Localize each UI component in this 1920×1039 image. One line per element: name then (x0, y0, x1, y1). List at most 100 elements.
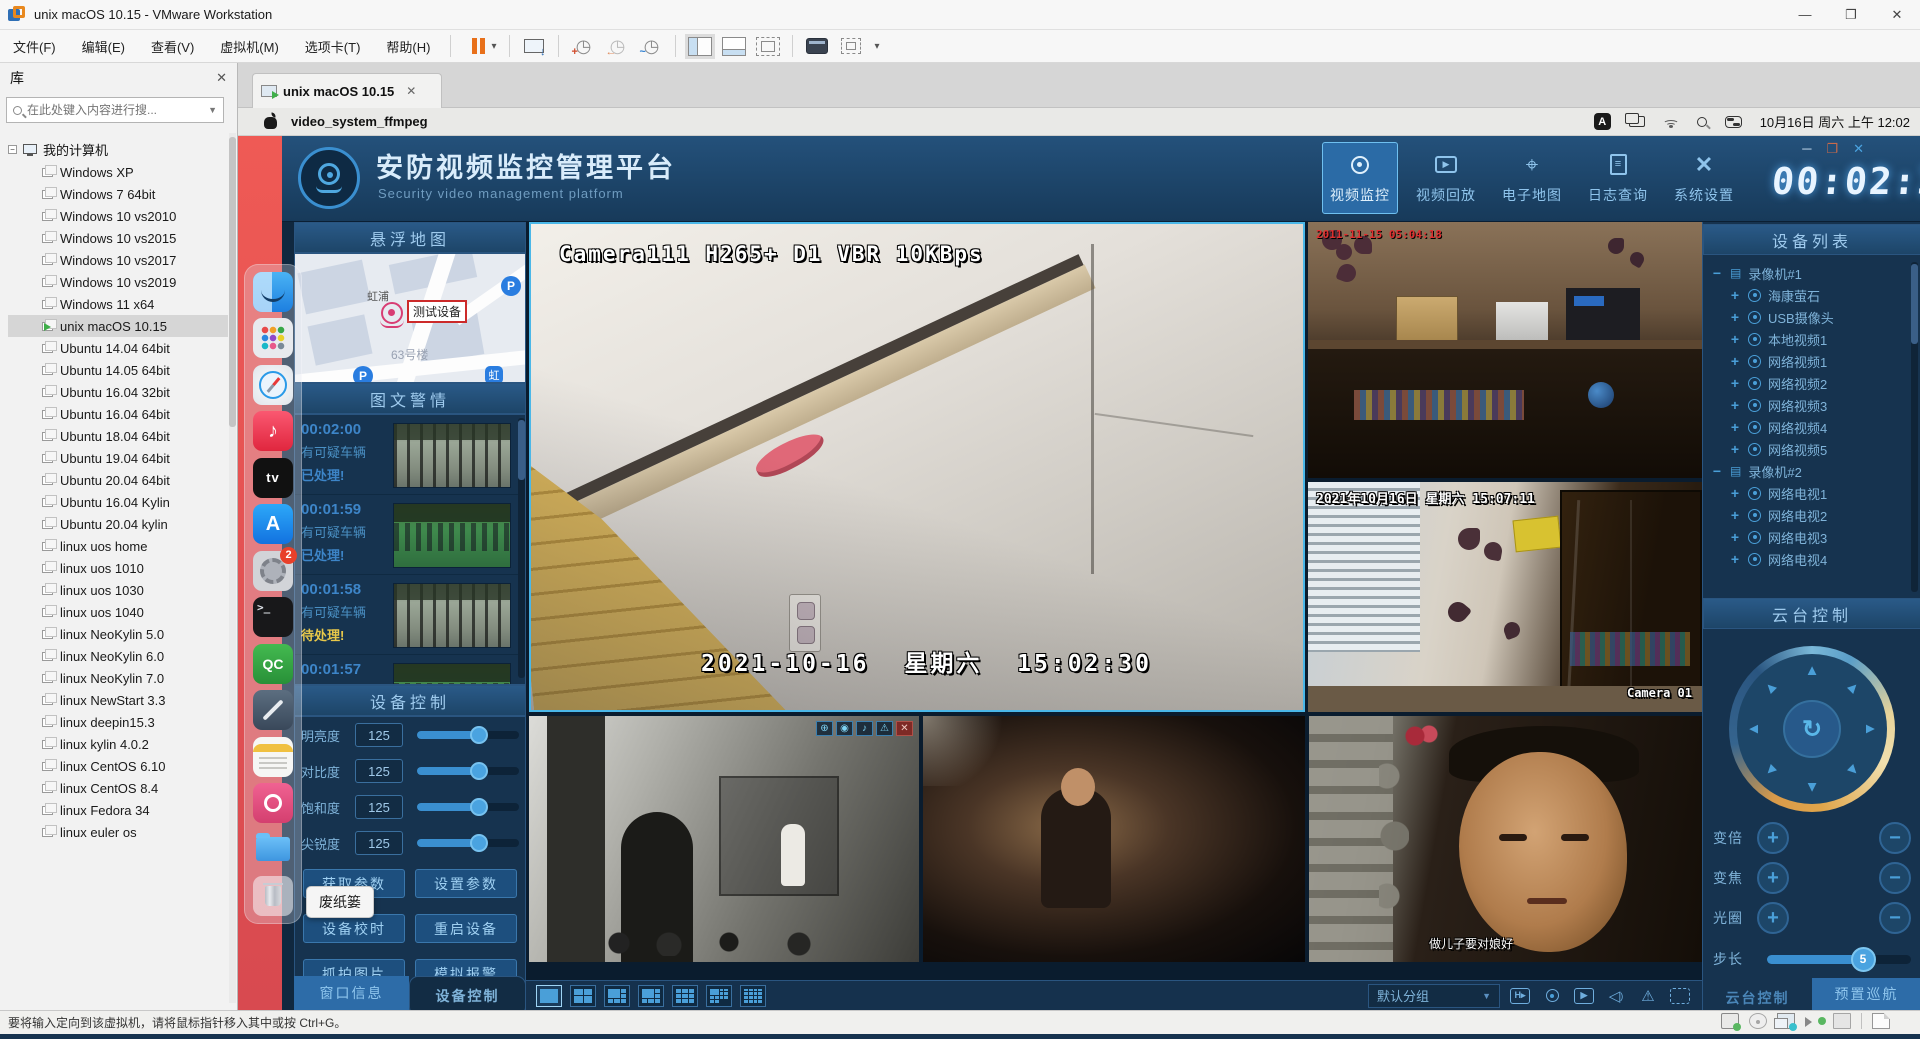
qc-app-icon[interactable]: QC (253, 644, 293, 684)
vm-list-item[interactable]: linux NeoKylin 6.0 (8, 645, 228, 667)
ptz-left-icon[interactable]: ▲ (1746, 721, 1762, 737)
tab-window-info[interactable]: 窗口信息 (294, 976, 409, 1010)
saturation-value[interactable]: 125 (355, 795, 403, 819)
pause-vm-button[interactable] (472, 38, 485, 54)
contrast-value[interactable]: 125 (355, 759, 403, 783)
zoom-out-button[interactable]: − (1879, 822, 1911, 854)
brightness-value[interactable]: 125 (355, 723, 403, 747)
nav-log-query[interactable]: ≡ 日志查询 (1580, 142, 1656, 214)
menu-vm[interactable]: 虚拟机(M) (207, 30, 292, 62)
floating-map[interactable]: P P 虹浦 测试设备 63号楼 虹 (294, 253, 526, 383)
library-close-icon[interactable]: ✕ (216, 70, 227, 86)
show-thumbnail-bar-button[interactable] (719, 33, 749, 59)
hd-stream-icon[interactable]: H▸ (1508, 985, 1532, 1007)
device-item[interactable]: +本地视频1 (1711, 328, 1907, 350)
alert-item[interactable]: 00:01:57 (295, 655, 525, 685)
ptz-auto-scan-button[interactable]: ↻ (1783, 700, 1841, 758)
close-button[interactable]: ✕ (1874, 0, 1920, 29)
network-status-icon[interactable] (1777, 1013, 1795, 1029)
vm-list-item[interactable]: linux deepin15.3 (8, 711, 228, 733)
alarm-icon[interactable]: ⚠ (876, 721, 893, 736)
sharpness-value[interactable]: 125 (355, 831, 403, 855)
layout-16-button[interactable] (740, 985, 766, 1007)
alert-thumbnail[interactable] (393, 503, 511, 568)
notes-icon[interactable] (253, 737, 293, 777)
device-item[interactable]: +网络视频2 (1711, 372, 1907, 394)
focus-out-button[interactable]: − (1879, 862, 1911, 894)
vm-list-item[interactable]: linux CentOS 8.4 (8, 777, 228, 799)
device-item[interactable]: +网络视频5 (1711, 438, 1907, 460)
sharpness-slider[interactable] (417, 839, 519, 847)
launchpad-icon[interactable] (253, 318, 293, 358)
app-close-icon[interactable]: ✕ (1853, 142, 1864, 155)
vm-list-item[interactable]: Windows 11 x64 (8, 293, 228, 315)
vm-list-item[interactable]: Windows 10 vs2015 (8, 227, 228, 249)
vm-list-item[interactable]: linux uos 1010 (8, 557, 228, 579)
safari-icon[interactable] (253, 365, 293, 405)
iris-close-button[interactable]: − (1879, 902, 1911, 934)
pink-app-icon[interactable] (253, 783, 293, 823)
vm-list-item[interactable]: linux NeoKylin 5.0 (8, 623, 228, 645)
tab-device-control[interactable]: 设备控制 (409, 976, 526, 1010)
device-item[interactable]: +网络视频1 (1711, 350, 1907, 372)
display-mirroring-icon[interactable] (1629, 116, 1645, 127)
device-group[interactable]: −▤录像机#2 (1711, 460, 1907, 482)
stretch-dropdown-caret[interactable]: ▾ (874, 41, 879, 52)
search-dropdown-caret[interactable]: ▼ (208, 105, 217, 115)
video-tile-4[interactable]: ⊕ ◉ ♪ ⚠ ✕ (529, 716, 919, 962)
map-camera-marker[interactable] (381, 302, 403, 324)
ptz-down-icon[interactable]: ▲ (1804, 779, 1820, 795)
apple-menu-icon[interactable] (264, 114, 277, 129)
step-slider-knob[interactable]: 5 (1851, 947, 1876, 972)
step-slider[interactable]: 5 (1767, 955, 1911, 964)
search-input[interactable] (27, 103, 203, 117)
revert-snapshot-button[interactable]: ◷← (602, 33, 632, 59)
zoom-icon[interactable]: ⊕ (816, 721, 833, 736)
fullscreen-button[interactable] (753, 33, 783, 59)
alert-thumbnail[interactable] (393, 583, 511, 648)
warning-icon[interactable]: ⚠ (1636, 985, 1660, 1007)
alert-thumbnail[interactable] (393, 663, 511, 685)
nav-video-monitor[interactable]: 视频监控 (1322, 142, 1398, 214)
vm-list-item[interactable]: linux uos home (8, 535, 228, 557)
collapse-icon[interactable]: − (8, 145, 17, 154)
control-center-icon[interactable] (1725, 116, 1742, 128)
layout-9-button[interactable] (672, 985, 698, 1007)
library-search[interactable]: ▼ (6, 97, 224, 123)
tab-preset-cruise[interactable]: 预置巡航 (1812, 978, 1920, 1010)
device-item[interactable]: +网络电视3 (1711, 526, 1907, 548)
menu-tabs[interactable]: 选项卡(T) (292, 30, 374, 62)
input-source-icon[interactable]: A (1594, 113, 1611, 130)
alert-thumbnail[interactable] (393, 423, 511, 488)
nav-system-settings[interactable]: ✕ 系统设置 (1666, 142, 1742, 214)
printer-status-icon[interactable] (1833, 1013, 1851, 1029)
message-log-icon[interactable] (1872, 1013, 1890, 1029)
system-preferences-icon[interactable]: 2 (253, 551, 293, 591)
show-library-button[interactable] (685, 33, 715, 59)
sidebar-scrollbar[interactable] (229, 133, 236, 1003)
iris-open-button[interactable]: + (1757, 902, 1789, 934)
alert-item[interactable]: 00:02:00 有可疑车辆 已处理! (295, 415, 525, 495)
vm-list-item[interactable]: Ubuntu 20.04 64bit (8, 469, 228, 491)
maximize-button[interactable]: ❐ (1828, 0, 1874, 29)
vm-list-item[interactable]: Ubuntu 16.04 Kylin (8, 491, 228, 513)
vm-list-item[interactable]: linux CentOS 6.10 (8, 755, 228, 777)
video-tile-2[interactable]: 2011-11-15 05:04:18 (1308, 222, 1702, 478)
console-view-button[interactable] (802, 33, 832, 59)
finder-icon[interactable] (253, 272, 293, 312)
reboot-device-button[interactable]: 重启设备 (415, 914, 517, 943)
vm-list-item[interactable]: Ubuntu 20.04 kylin (8, 513, 228, 535)
pause-dropdown-caret[interactable]: ▾ (491, 41, 496, 52)
device-item[interactable]: +海康萤石 (1711, 284, 1907, 306)
device-item[interactable]: +网络视频3 (1711, 394, 1907, 416)
video-tile-5[interactable] (923, 716, 1305, 962)
device-item[interactable]: +网络视频4 (1711, 416, 1907, 438)
group-select[interactable]: 默认分组▼ (1368, 984, 1500, 1008)
set-params-button[interactable]: 设置参数 (415, 869, 517, 898)
spotlight-icon[interactable] (1697, 117, 1707, 127)
device-item[interactable]: +网络电视1 (1711, 482, 1907, 504)
device-time-sync-button[interactable]: 设备校时 (303, 914, 405, 943)
video-fullscreen-icon[interactable] (1668, 985, 1692, 1007)
menu-edit[interactable]: 编辑(E) (69, 30, 138, 62)
device-item[interactable]: +网络电视4 (1711, 548, 1907, 570)
